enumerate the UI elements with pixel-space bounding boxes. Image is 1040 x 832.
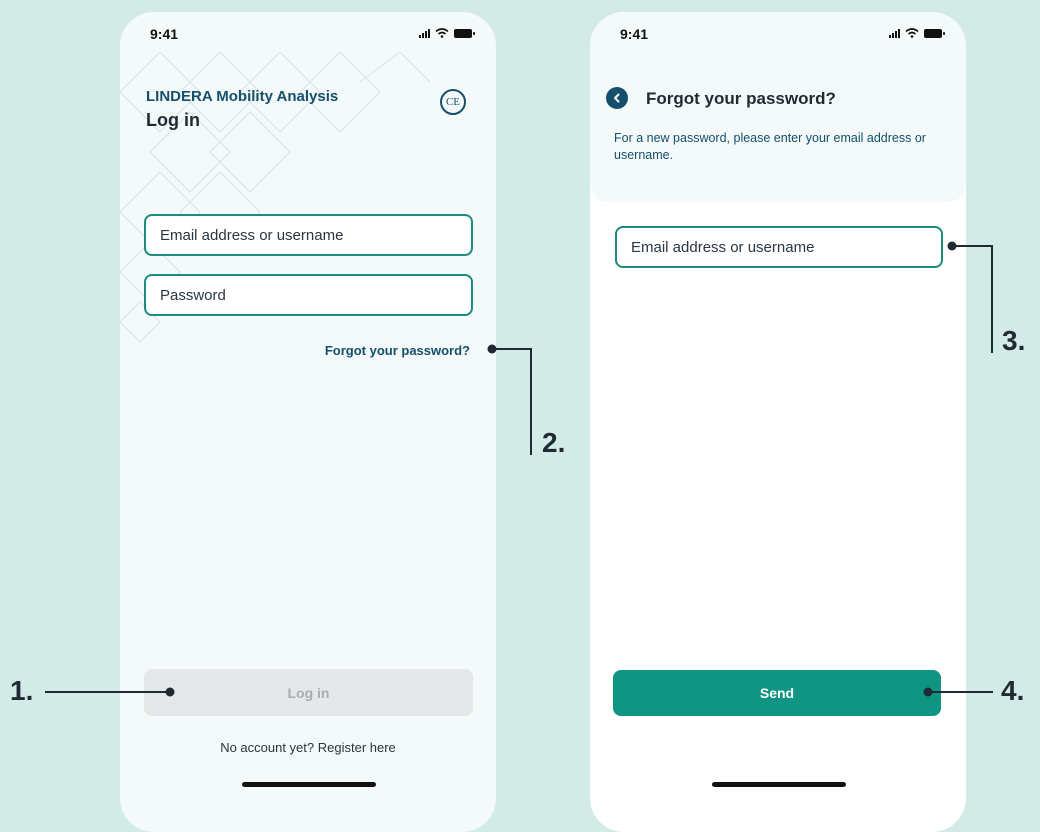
callout-2: 2. [542,427,566,458]
callout-1: 1. [10,675,34,706]
callout-lines [45,241,993,697]
callout-4: 4. [1001,675,1025,706]
callout-3: 3. [1002,325,1026,356]
